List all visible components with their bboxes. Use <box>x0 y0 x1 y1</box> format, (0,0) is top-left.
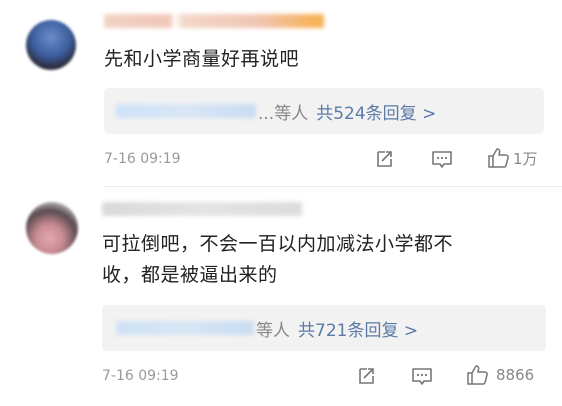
comment-icon <box>412 368 432 385</box>
like-icon <box>488 148 509 168</box>
like-count: 8866 <box>496 366 535 384</box>
reply-count-link[interactable]: 共721条回复 > <box>298 316 418 341</box>
comment-text: 先和小学商量好再说吧 <box>104 48 300 70</box>
comment-text-line: 收，都是被逼出来的 <box>102 264 278 286</box>
share-button[interactable] <box>374 149 394 169</box>
share-icon <box>359 368 374 384</box>
comment-time: 7-16 09:19 <box>104 151 181 167</box>
comment-item: 可拉倒吧，不会一百以内加减法小学都不 收，都是被逼出来的 等人 共721条回复 … <box>0 188 562 406</box>
comment-icon <box>432 151 452 168</box>
share-button[interactable] <box>356 366 376 386</box>
like-count: 1万 <box>513 149 538 168</box>
comment-button[interactable] <box>411 367 433 387</box>
comment-divider <box>104 186 562 187</box>
replies-preview[interactable]: 等人 共721条回复 > <box>102 305 546 351</box>
replies-suffix: ...等人 <box>258 103 309 124</box>
replies-suffix: 等人 <box>256 320 290 341</box>
comment-item: 先和小学商量好再说吧 ...等人 共524条回复 > 7-16 09:19 1万 <box>0 0 562 188</box>
replier-names-blurred <box>116 321 254 335</box>
reply-count-link[interactable]: 共524条回复 > <box>316 99 436 124</box>
replier-names-blurred <box>116 104 256 118</box>
comment-button[interactable] <box>431 150 453 170</box>
like-button[interactable]: 8866 <box>466 364 534 386</box>
like-button[interactable]: 1万 <box>487 147 538 169</box>
comment-time: 7-16 09:19 <box>102 368 179 384</box>
username-blurred[interactable] <box>104 14 324 28</box>
avatar[interactable] <box>26 202 78 254</box>
comment-text-line: 可拉倒吧，不会一百以内加减法小学都不 <box>102 233 454 255</box>
share-icon <box>377 151 392 167</box>
replies-preview[interactable]: ...等人 共524条回复 > <box>104 88 544 134</box>
username-blurred[interactable] <box>102 202 302 216</box>
like-icon <box>467 365 488 385</box>
avatar[interactable] <box>26 20 76 70</box>
